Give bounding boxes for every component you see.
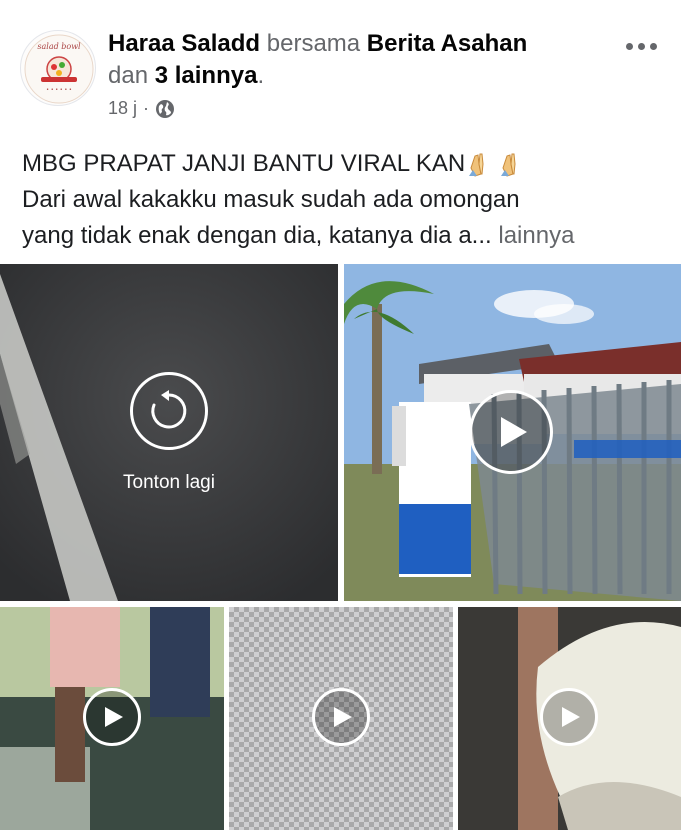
svg-text:• • • • • •: • • • • • • [46,87,72,93]
svg-text:salad bowl: salad bowl [37,42,81,51]
replay-icon[interactable] [130,372,208,450]
tagged-page-name[interactable]: Berita Asahan [367,30,528,57]
play-icon[interactable] [312,688,370,746]
media-grid: Tonton lagi [0,264,681,830]
video-tile-floor[interactable] [229,607,453,830]
caption-line-3: yang tidak enak dengan dia, katanya dia … [22,222,492,249]
video-tile-room[interactable] [0,607,224,830]
post-author-line: Haraa Saladd bersama Berita Asahan dan 3… [108,28,608,92]
meta-separator: · [143,98,150,118]
author-name[interactable]: Haraa Saladd [108,30,260,57]
author-line-period: . [257,62,265,89]
page-avatar[interactable]: salad bowl • • • • • • [20,30,96,106]
post-header: salad bowl • • • • • • Haraa Saladd bers… [0,0,681,140]
folded-hands-icon [467,150,531,178]
play-icon[interactable] [540,688,598,746]
others-link[interactable]: 3 lainnya [155,62,258,89]
video-tile-cloth[interactable] [458,607,681,830]
post-meta: 18 j · [108,98,175,119]
caption-title: MBG PRAPAT JANJI BANTU VIRAL KAN [22,150,466,177]
globe-icon [155,99,175,119]
video-tile-ended[interactable]: Tonton lagi [0,264,338,601]
play-icon[interactable] [83,688,141,746]
see-more-link[interactable]: lainnya [498,222,574,249]
with-word: bersama [266,30,361,57]
more-dots-icon[interactable] [621,36,661,56]
and-word: dan [108,62,149,89]
post-caption: MBG PRAPAT JANJI BANTU VIRAL KAN Dari aw… [22,146,662,254]
post-time[interactable]: 18 j [108,98,137,119]
replay-label[interactable]: Tonton lagi [0,472,338,494]
play-icon[interactable] [469,390,553,474]
caption-line-2: Dari awal kakakku masuk sudah ada omonga… [22,186,520,213]
video-tile-fence[interactable] [344,264,681,601]
